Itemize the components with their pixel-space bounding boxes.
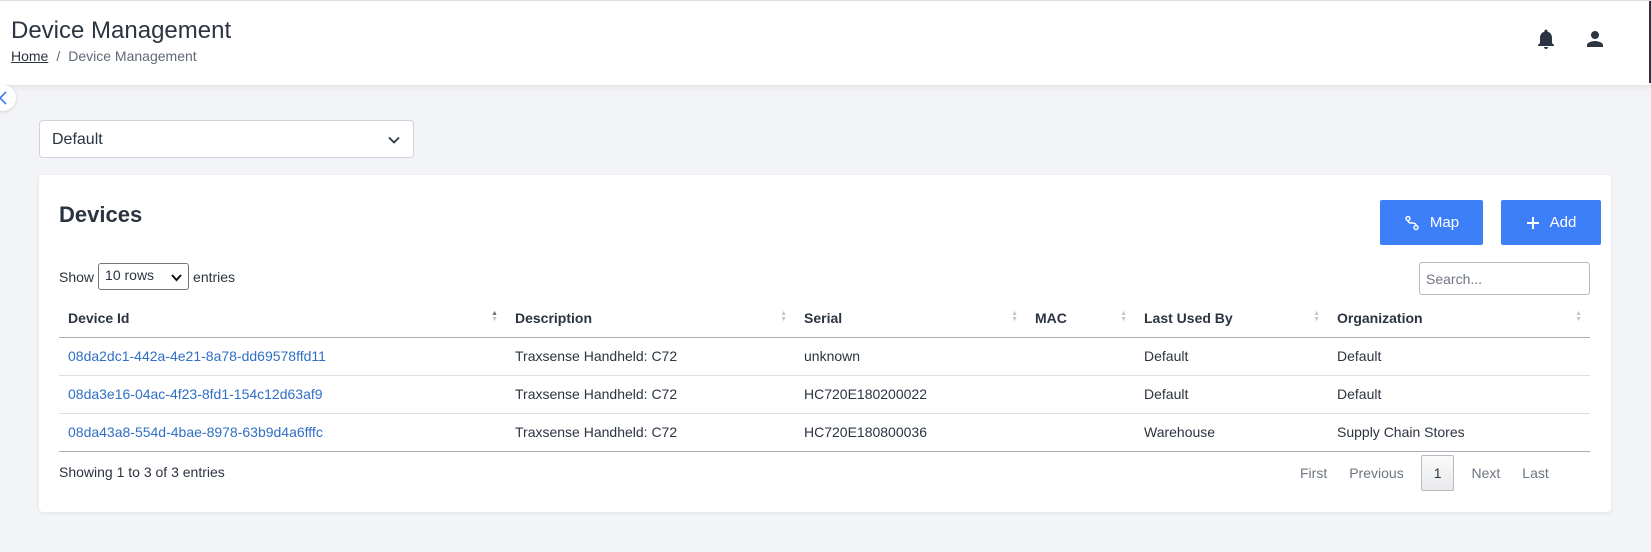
column-header-last-used-by[interactable]: Last Used By ▲ ▼ bbox=[1135, 299, 1328, 338]
breadcrumb-home-link[interactable]: Home bbox=[11, 48, 48, 64]
column-label: Last Used By bbox=[1144, 309, 1233, 326]
table-info: Showing 1 to 3 of 3 entries bbox=[59, 464, 225, 480]
column-header-serial[interactable]: Serial ▲ ▼ bbox=[795, 299, 1026, 338]
column-label: MAC bbox=[1035, 309, 1067, 326]
add-button-label: Add bbox=[1549, 214, 1577, 231]
organization-select-value: Default bbox=[52, 131, 103, 148]
map-button-label: Map bbox=[1429, 214, 1460, 231]
search-input[interactable] bbox=[1419, 262, 1590, 295]
sort-icon: ▲ ▼ bbox=[1313, 310, 1320, 323]
sort-icon: ▲ ▼ bbox=[780, 310, 787, 323]
sort-icon: ▲ ▼ bbox=[1011, 310, 1018, 323]
last-used-by-cell: Warehouse bbox=[1135, 413, 1328, 452]
devices-title: Devices bbox=[59, 202, 143, 227]
map-route-icon bbox=[1405, 215, 1419, 230]
rows-per-page-select[interactable]: 10 rows bbox=[98, 263, 190, 290]
sidebar-collapse-button[interactable] bbox=[0, 85, 16, 111]
device-id-link[interactable]: 08da43a8-554d-4bae-8978-63b9d4a6fffc bbox=[68, 424, 323, 440]
pager-next[interactable]: Next bbox=[1460, 457, 1511, 489]
page-title: Device Management bbox=[11, 17, 232, 44]
column-label: Description bbox=[515, 309, 593, 326]
mac-cell bbox=[1026, 413, 1135, 452]
entries-label: entries bbox=[193, 268, 236, 285]
column-label: Organization bbox=[1337, 309, 1423, 326]
serial-cell: unknown bbox=[795, 337, 1026, 376]
pager-previous[interactable]: Previous bbox=[1338, 457, 1414, 489]
breadcrumb-current: Device Management bbox=[68, 48, 197, 64]
description-cell: Traxsense Handheld: C72 bbox=[506, 375, 795, 414]
organization-select[interactable]: Default bbox=[39, 120, 414, 158]
pager-first[interactable]: First bbox=[1289, 457, 1338, 489]
chevron-down-icon bbox=[171, 274, 182, 282]
organization-cell: Supply Chain Stores bbox=[1328, 413, 1590, 452]
pagination: First Previous 1 Next Last bbox=[1289, 455, 1560, 491]
devices-card: Devices Map Add Show 10 rows entries Dev… bbox=[39, 175, 1611, 512]
device-id-cell: 08da3e16-04ac-4f23-8fd1-154c12d63af9 bbox=[59, 375, 506, 414]
pager-last[interactable]: Last bbox=[1511, 457, 1559, 489]
chevron-left-icon bbox=[0, 91, 7, 105]
organization-cell: Default bbox=[1328, 337, 1590, 376]
column-header-mac[interactable]: MAC ▲ ▼ bbox=[1026, 299, 1135, 338]
device-id-cell: 08da43a8-554d-4bae-8978-63b9d4a6fffc bbox=[59, 413, 506, 452]
device-id-link[interactable]: 08da2dc1-442a-4e21-8a78-dd69578ffd11 bbox=[68, 348, 326, 364]
description-cell: Traxsense Handheld: C72 bbox=[506, 337, 795, 376]
user-icon[interactable] bbox=[1583, 27, 1607, 51]
sort-asc-icon: ▲ ▼ bbox=[491, 310, 498, 323]
chevron-down-icon bbox=[388, 136, 400, 144]
mac-cell bbox=[1026, 375, 1135, 414]
devices-table: Device Id ▲ ▼ Description ▲ ▼ Serial ▲ ▼ MA… bbox=[59, 299, 1590, 452]
show-label: Show bbox=[59, 268, 95, 285]
column-header-description[interactable]: Description ▲ ▼ bbox=[506, 299, 795, 338]
device-id-link[interactable]: 08da3e16-04ac-4f23-8fd1-154c12d63af9 bbox=[68, 386, 323, 402]
serial-cell: HC720E180800036 bbox=[795, 413, 1026, 452]
device-id-cell: 08da2dc1-442a-4e21-8a78-dd69578ffd11 bbox=[59, 337, 506, 376]
map-button[interactable]: Map bbox=[1380, 200, 1483, 245]
table-row: 08da2dc1-442a-4e21-8a78-dd69578ffd11 Tra… bbox=[59, 337, 1590, 376]
organization-cell: Default bbox=[1328, 375, 1590, 414]
table-row: 08da43a8-554d-4bae-8978-63b9d4a6fffc Tra… bbox=[59, 413, 1590, 452]
rows-per-page-value: 10 rows bbox=[105, 267, 155, 283]
mac-cell bbox=[1026, 337, 1135, 376]
last-used-by-cell: Default bbox=[1135, 337, 1328, 376]
column-header-device-id[interactable]: Device Id ▲ ▼ bbox=[59, 299, 506, 338]
bell-icon[interactable] bbox=[1534, 27, 1558, 51]
rows-per-page-control: Show 10 rows entries bbox=[59, 263, 235, 290]
last-used-by-cell: Default bbox=[1135, 375, 1328, 414]
description-cell: Traxsense Handheld: C72 bbox=[506, 413, 795, 452]
sort-icon: ▲ ▼ bbox=[1575, 310, 1582, 323]
column-label: Device Id bbox=[68, 309, 130, 326]
breadcrumb-separator: / bbox=[56, 48, 61, 64]
serial-cell: HC720E180200022 bbox=[795, 375, 1026, 414]
add-button[interactable]: Add bbox=[1501, 200, 1601, 245]
column-label: Serial bbox=[804, 309, 843, 326]
table-row: 08da3e16-04ac-4f23-8fd1-154c12d63af9 Tra… bbox=[59, 375, 1590, 414]
pager-page-1[interactable]: 1 bbox=[1420, 455, 1455, 491]
table-header-row: Device Id ▲ ▼ Description ▲ ▼ Serial ▲ ▼ MA… bbox=[59, 299, 1590, 338]
sort-icon: ▲ ▼ bbox=[1120, 310, 1127, 323]
top-bar: Device Management Home / Device Manageme… bbox=[0, 0, 1651, 85]
plus-icon bbox=[1526, 216, 1539, 229]
column-header-organization[interactable]: Organization ▲ ▼ bbox=[1328, 299, 1590, 338]
breadcrumb: Home / Device Management bbox=[11, 48, 197, 64]
